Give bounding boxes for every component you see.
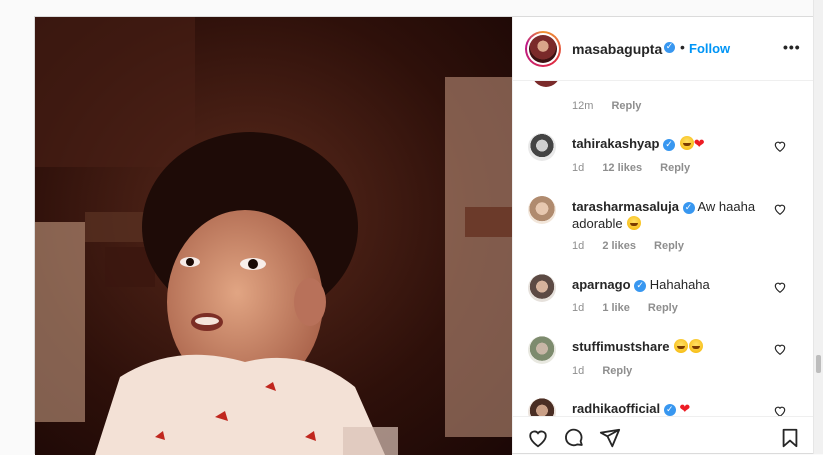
commenter-avatar[interactable] (528, 336, 556, 364)
comment-icon[interactable] (563, 427, 585, 449)
verified-badge-icon: ✓ (663, 138, 676, 151)
post-photo[interactable] (35, 17, 512, 455)
reply-button[interactable]: Reply (611, 100, 641, 112)
comment-time: 12m (572, 100, 594, 112)
comment-text: tahirakashyap ✓ ❤ (572, 135, 768, 153)
comment-meta: 1d 12 likes Reply (572, 162, 705, 174)
commenter-avatar[interactable] (532, 81, 560, 87)
red-heart-icon: ❤ (693, 137, 705, 152)
reply-button[interactable]: Reply (660, 162, 690, 174)
comment-username[interactable]: tarasharmasaluja (572, 199, 679, 214)
laughing-emoji-icon (689, 339, 704, 353)
comment-meta: 1d 1 like Reply (572, 302, 693, 314)
comment-body: Hahahaha (649, 277, 710, 292)
verified-badge-icon: ✓ (634, 279, 647, 292)
separator-dot: • (680, 39, 685, 55)
comment-likes[interactable]: 12 likes (602, 162, 642, 174)
verified-badge-icon: ✓ (682, 201, 695, 214)
comment-username[interactable]: tahirakashyap (572, 136, 659, 151)
owner-avatar[interactable] (525, 31, 561, 67)
comment-username[interactable]: aparnago (572, 277, 631, 292)
like-comment-heart-icon[interactable] (773, 202, 787, 216)
post-photo-image (35, 17, 512, 455)
comment-likes[interactable]: 1 like (602, 302, 630, 314)
comment-meta: 1d Reply (572, 365, 647, 377)
post-actions-bar (513, 416, 813, 455)
reply-button[interactable]: Reply (648, 302, 678, 314)
comment-likes[interactable]: 2 likes (602, 240, 636, 252)
comment-username[interactable]: stuffimustshare (572, 339, 670, 354)
comment-text: stuffimustshare (572, 338, 768, 355)
share-icon[interactable] (599, 427, 621, 449)
comment-time: 1d (572, 302, 585, 314)
follow-button[interactable]: Follow (689, 41, 730, 56)
commenter-avatar[interactable] (528, 133, 556, 161)
post-card: masabagupta ✓ • Follow ••• 12m Reply tah… (34, 16, 813, 455)
comment-text: tarasharmasaluja ✓ Aw haaha adorable (572, 198, 768, 232)
verified-badge-icon: ✓ (663, 403, 676, 416)
grinning-emoji-icon (679, 136, 694, 150)
comment-time: 1d (572, 365, 585, 377)
comment-time: 1d (572, 240, 585, 252)
like-comment-heart-icon[interactable] (773, 139, 787, 153)
more-options-icon[interactable]: ••• (783, 39, 801, 57)
comment-username[interactable]: radhikaofficial (572, 401, 660, 416)
comment-text: aparnago ✓ Hahahaha (572, 276, 768, 293)
comment-meta: 1d 2 likes Reply (572, 240, 699, 252)
comment-time: 1d (572, 162, 585, 174)
comment-text: radhikaofficial ✓ ❤ (572, 400, 768, 417)
reply-button[interactable]: Reply (602, 365, 632, 377)
post-sidebar: masabagupta ✓ • Follow ••• 12m Reply tah… (512, 17, 813, 453)
scrollbar-thumb[interactable] (816, 355, 821, 373)
verified-badge-icon: ✓ (664, 42, 675, 53)
comment-meta: 12m Reply (572, 100, 656, 112)
post-header: masabagupta ✓ • Follow ••• (513, 17, 813, 81)
red-heart-icon: ❤ (679, 402, 691, 417)
commenter-avatar[interactable] (528, 398, 556, 417)
owner-username[interactable]: masabagupta (572, 41, 662, 57)
like-comment-heart-icon[interactable] (773, 342, 787, 356)
page-scrollbar[interactable] (813, 0, 823, 454)
laughing-emoji-icon (674, 339, 689, 353)
like-comment-heart-icon[interactable] (773, 280, 787, 294)
save-icon[interactable] (779, 427, 801, 449)
comments-list[interactable]: 12m Reply tahirakashyap ✓ ❤ 1d 12 likes … (513, 81, 813, 417)
commenter-avatar[interactable] (528, 274, 556, 302)
like-icon[interactable] (527, 427, 549, 449)
kissing-emoji-icon (627, 216, 642, 230)
commenter-avatar[interactable] (528, 196, 556, 224)
reply-button[interactable]: Reply (654, 240, 684, 252)
